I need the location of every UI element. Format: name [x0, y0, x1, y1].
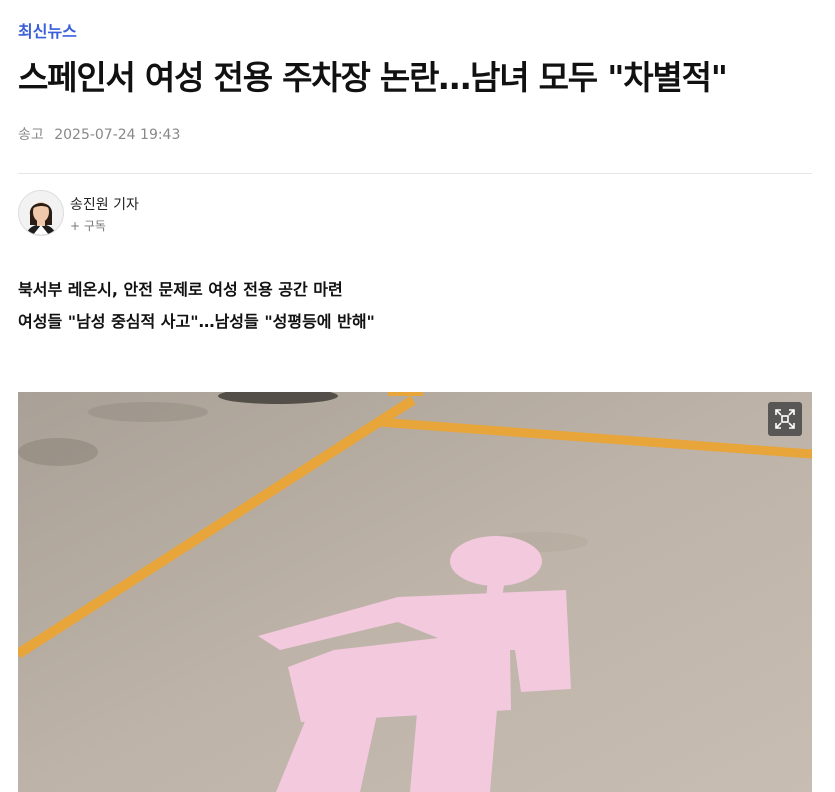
article-photo	[18, 392, 812, 792]
sent-label: 송고	[18, 127, 44, 143]
article-summary: 북서부 레온시, 안전 문제로 여성 전용 공간 마련 여성들 "남성 중심적 …	[18, 278, 375, 342]
summary-line: 북서부 레온시, 안전 문제로 여성 전용 공간 마련	[18, 280, 343, 299]
sent-datetime: 2025-07-24 19:43	[54, 127, 181, 143]
article-meta: 송고 2025-07-24 19:43	[18, 124, 180, 144]
header-divider	[18, 173, 812, 174]
reporter-avatar[interactable]	[18, 190, 64, 236]
section-category-link[interactable]: 최신뉴스	[18, 18, 77, 42]
expand-photo-button[interactable]	[768, 402, 802, 436]
reporter-photo	[19, 191, 63, 235]
article-headline: 스페인서 여성 전용 주차장 논란…남녀 모두 "차별적"	[18, 58, 728, 97]
subscribe-button[interactable]: + 구독	[70, 217, 106, 234]
expand-icon	[775, 409, 795, 429]
reporter-card: 송진원 기자 + 구독	[18, 190, 318, 236]
summary-line: 여성들 "남성 중심적 사고"…남성들 "성평등에 반해"	[18, 312, 375, 331]
reporter-name[interactable]: 송진원 기자	[70, 194, 139, 214]
parking-pavement-image	[18, 392, 812, 792]
